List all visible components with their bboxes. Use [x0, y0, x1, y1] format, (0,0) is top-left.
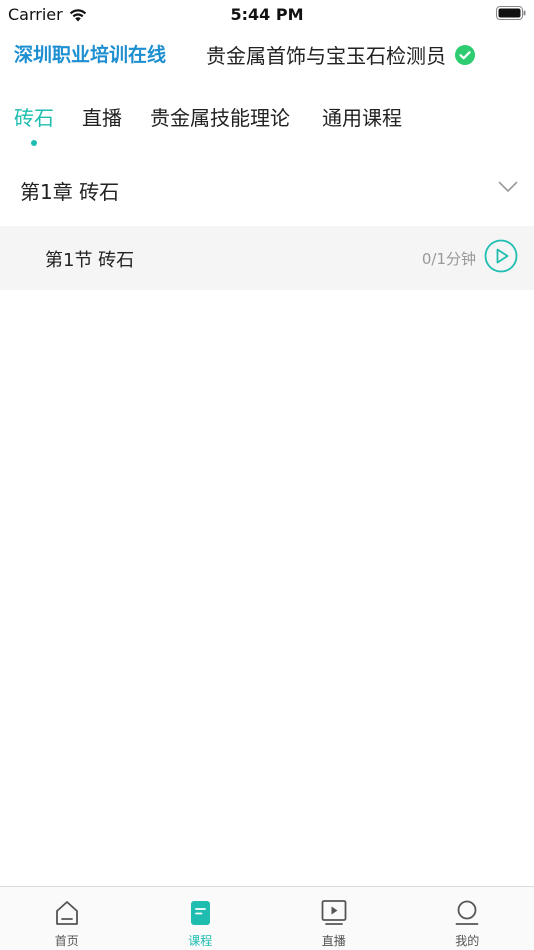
active-tab-indicator: [31, 140, 37, 146]
tab-precious-metal-theory[interactable]: 贵金属技能理论: [150, 102, 290, 142]
home-icon: [55, 901, 78, 925]
tabbar-label: 直播: [321, 934, 346, 948]
course-selector[interactable]: 贵金属首饰与宝玉石检测员: [206, 40, 476, 69]
tab-label: 砖石: [14, 106, 54, 130]
chapter-header[interactable]: 第1章 砖石: [0, 158, 534, 224]
brand-logo: 深圳职业培训在线: [14, 44, 167, 66]
clock: 5:44 PM: [230, 5, 304, 24]
chevron-down-icon: [498, 181, 518, 192]
course-title: 贵金属首饰与宝玉石检测员: [206, 44, 446, 68]
tab-label: 贵金属技能理论: [150, 106, 290, 130]
play-icon[interactable]: [484, 239, 518, 273]
lesson-title: 第1节 砖石: [45, 250, 135, 271]
tab-label: 通用课程: [322, 106, 402, 130]
tabbar-home[interactable]: 首页: [0, 887, 134, 950]
tabbar-label: 我的: [455, 934, 480, 948]
tabbar-label: 课程: [188, 934, 213, 948]
battery-icon: [496, 6, 526, 20]
lesson-row[interactable]: 第1节 砖石 0/1分钟: [0, 226, 534, 290]
tabbar-profile[interactable]: 我的: [401, 887, 534, 950]
chapter-title: 第1章 砖石: [20, 180, 120, 204]
tabbar-live[interactable]: 直播: [267, 887, 401, 950]
tabbar-courses[interactable]: 课程: [134, 887, 268, 950]
book-icon: [191, 901, 211, 925]
bottom-tab-bar: 首页 课程 直播 我的: [0, 886, 534, 950]
tabbar-label: 首页: [54, 934, 79, 948]
header: 深圳职业培训在线 贵金属首饰与宝玉石检测员: [0, 30, 534, 80]
tab-zhuanshi[interactable]: 砖石: [14, 102, 54, 146]
status-bar: Carrier 5:44 PM: [0, 0, 534, 28]
category-tabs: 砖石 直播 贵金属技能理论 通用课程: [0, 102, 534, 152]
tab-general-courses[interactable]: 通用课程: [322, 102, 402, 142]
check-circle-icon: [455, 44, 475, 65]
tab-label: 直播: [82, 106, 122, 130]
tab-live[interactable]: 直播: [82, 102, 122, 142]
live-icon: [321, 900, 347, 925]
lesson-duration: 0/1分钟: [421, 250, 476, 268]
profile-icon: [455, 900, 479, 925]
